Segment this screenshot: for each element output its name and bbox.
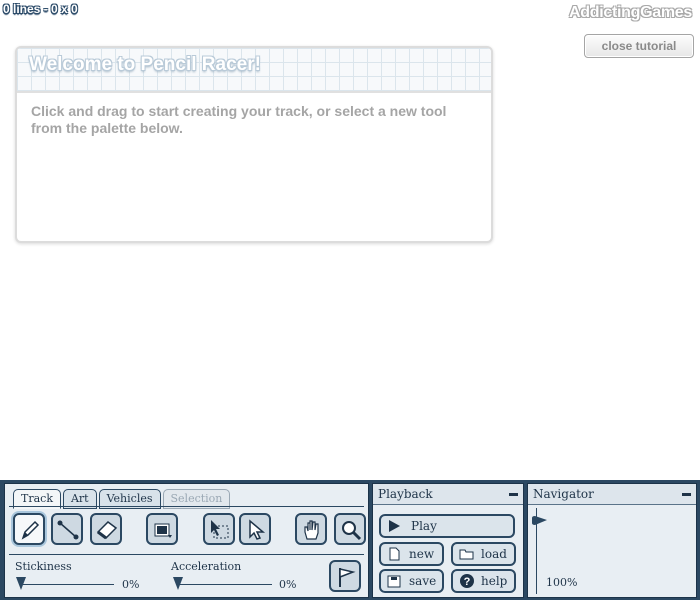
svg-text:?: ? — [464, 576, 471, 588]
hand-icon — [304, 520, 319, 540]
folder-icon — [459, 549, 474, 560]
stickiness-slider-thumb[interactable] — [16, 577, 26, 590]
new-label: new — [409, 547, 435, 561]
tools-divider — [9, 554, 364, 555]
navigator-panel: Navigator 100% — [527, 483, 697, 598]
addictinggames-logo[interactable]: AddictingGames — [569, 4, 692, 22]
tutorial-title: Welcome to Pencil Racer! — [29, 54, 261, 75]
stickiness-value: 0% — [122, 578, 140, 591]
navigator-header: Navigator — [528, 484, 696, 505]
tool-palette-panel: Track Art Vehicles Selection Stickiness … — [4, 483, 369, 598]
help-label: help — [481, 574, 508, 588]
play-label: Play — [411, 519, 437, 533]
load-button[interactable]: load — [451, 542, 516, 566]
stickiness-slider-track[interactable] — [19, 584, 114, 585]
pan-tool-button[interactable] — [295, 513, 327, 545]
acceleration-value: 0% — [279, 578, 297, 591]
stickiness-label: Stickiness — [15, 560, 72, 573]
line-tool-button[interactable] — [51, 513, 83, 545]
save-button[interactable]: save — [379, 569, 444, 593]
pointer-icon — [249, 519, 266, 540]
magnifier-icon — [342, 521, 362, 541]
flag-icon — [339, 568, 356, 587]
tutorial-panel: Welcome to Pencil Racer! Click and drag … — [15, 46, 493, 243]
status-readout: 0 lines - 0 x 0 — [3, 2, 78, 16]
bottom-toolbar: Track Art Vehicles Selection Stickiness … — [0, 480, 700, 600]
playback-panel: Playback Play new load save ? help — [372, 483, 524, 598]
playback-minimize-button[interactable] — [509, 493, 518, 496]
tutorial-header: Welcome to Pencil Racer! — [17, 48, 491, 93]
load-label: load — [481, 547, 507, 561]
eraser-tool-button[interactable] — [90, 513, 122, 545]
pencil-icon — [21, 520, 40, 540]
new-file-icon — [389, 547, 400, 561]
navigator-zoom-thumb[interactable] — [531, 515, 549, 527]
select-area-icon — [211, 520, 229, 539]
brand-prefix: Addicting — [569, 4, 641, 21]
help-button[interactable]: ? help — [451, 569, 516, 593]
acceleration-label: Acceleration — [171, 560, 242, 573]
tutorial-body: Click and drag to start creating your tr… — [31, 103, 447, 136]
acceleration-slider-thumb[interactable] — [173, 577, 183, 590]
eraser-icon — [96, 521, 118, 540]
acceleration-slider-track[interactable] — [177, 584, 272, 585]
playback-header: Playback — [373, 484, 523, 505]
color-picker-button[interactable] — [146, 513, 178, 545]
play-icon — [389, 520, 400, 532]
playback-title: Playback — [378, 487, 433, 501]
select-area-tool-button[interactable] — [203, 513, 235, 545]
navigator-title: Navigator — [533, 487, 594, 501]
select-tool-button[interactable] — [239, 513, 271, 545]
navigator-zoom-value: 100% — [546, 576, 578, 589]
play-button[interactable]: Play — [379, 514, 515, 538]
color-swatch-icon — [154, 523, 172, 538]
close-tutorial-button[interactable]: close tutorial — [584, 34, 694, 58]
tab-divider — [9, 506, 364, 507]
save-disk-icon — [387, 575, 401, 588]
brand-suffix: Games — [640, 4, 692, 21]
new-button[interactable]: new — [379, 542, 444, 566]
help-icon: ? — [460, 574, 474, 588]
line-icon — [57, 520, 79, 540]
save-label: save — [409, 574, 437, 588]
pencil-tool-button[interactable] — [13, 513, 45, 545]
zoom-tool-button[interactable] — [334, 513, 366, 545]
finish-flag-button[interactable] — [329, 560, 361, 592]
navigator-minimize-button[interactable] — [682, 493, 691, 496]
